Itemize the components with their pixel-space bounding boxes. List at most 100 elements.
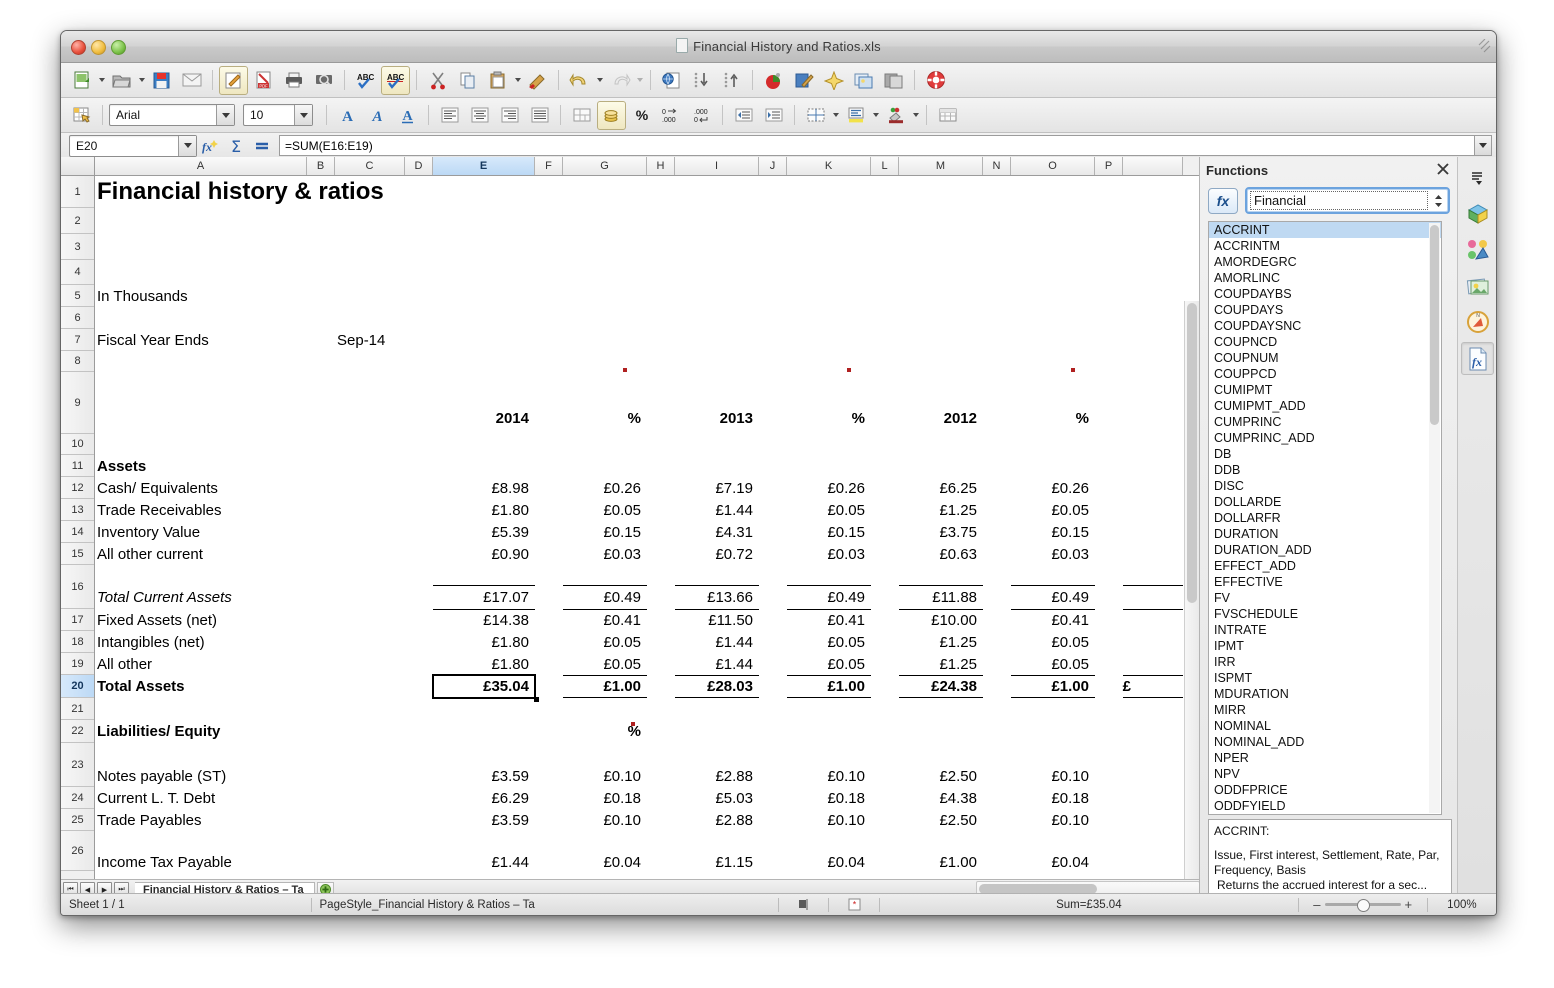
insert-function-button[interactable]: fx [1208,187,1238,214]
row-header-19[interactable]: 19 [61,653,94,675]
column-header-j[interactable]: J [759,157,787,175]
cell-O20-value[interactable]: £1.00 [1011,675,1095,698]
cell-M13-value[interactable]: £1.25 [899,499,983,521]
name-box[interactable]: E20 [69,134,197,157]
properties-button[interactable] [1462,198,1493,229]
row-header-11[interactable]: 11 [61,455,94,477]
row-header-2[interactable]: 2 [61,208,94,234]
cell-O19-value[interactable]: £0.05 [1011,653,1095,675]
cell-K25-value[interactable]: £0.10 [787,809,871,831]
borders-button[interactable] [801,101,830,130]
cell-I15-value[interactable]: £0.72 [675,543,759,565]
function-list-item[interactable]: NPER [1209,750,1441,766]
cell-M20-value[interactable]: £24.38 [899,675,983,698]
cell-a11-assets-header[interactable]: Assets [97,455,309,477]
cell-a5-in-thousands[interactable]: In Thousands [97,285,309,307]
cell-I14-value[interactable]: £4.31 [675,521,759,543]
cell-E24-value[interactable]: £6.29 [433,787,535,809]
cell-E18-value[interactable]: £1.80 [433,631,535,653]
row-header-22[interactable]: 22 [61,720,94,743]
row-header-23[interactable]: 23 [61,743,94,787]
name-box-dropdown-icon[interactable] [178,135,196,156]
font-name-dropdown-icon[interactable] [216,105,234,125]
cell-E17-value[interactable]: £14.38 [433,609,535,631]
zoom-in-button[interactable]: + [1405,897,1413,912]
cell-E16-value[interactable]: £17.07 [433,585,535,609]
print-preview-button[interactable] [309,66,338,95]
align-center-button[interactable] [465,101,494,130]
column-header-d[interactable]: D [405,157,433,175]
row-header-10[interactable]: 10 [61,434,94,455]
function-list-item[interactable]: COUPPCD [1209,366,1441,382]
cell-a18-label[interactable]: Intangibles (net) [97,631,329,653]
function-list-item[interactable]: ODDFYIELD [1209,798,1441,814]
cell-E12-value[interactable]: £8.98 [433,477,535,499]
cell-header-2014-0[interactable]: 2014 [433,402,535,434]
function-list-item[interactable]: MDURATION [1209,686,1441,702]
function-list-item[interactable]: COUPNUM [1209,350,1441,366]
redo-button[interactable] [605,66,634,95]
column-header-h[interactable]: H [647,157,675,175]
function-list-item[interactable]: DISC [1209,478,1441,494]
cell-I13-value[interactable]: £1.44 [675,499,759,521]
row-header-14[interactable]: 14 [61,521,94,543]
cell-G20-value[interactable]: £1.00 [563,675,647,698]
cell-O16-value[interactable]: £0.49 [1011,585,1095,609]
row-header-18[interactable]: 18 [61,631,94,653]
cell-O23-value[interactable]: £0.10 [1011,765,1095,787]
column-header-p[interactable]: P [1095,157,1123,175]
function-list-item[interactable]: NOMINAL [1209,718,1441,734]
column-header-l[interactable]: L [871,157,899,175]
row-header-1[interactable]: 1 [61,176,94,208]
decrease-indent-button[interactable] [729,101,758,130]
cell-a15-label[interactable]: All other current [97,543,329,565]
cell-a26-label[interactable]: Income Tax Payable [97,853,329,871]
underline-button[interactable]: A [393,101,422,130]
copy-button[interactable] [453,66,482,95]
function-list-item[interactable]: EFFECTIVE [1209,574,1441,590]
background-color-dropdown[interactable] [871,102,880,129]
cell-O14-value[interactable]: £0.15 [1011,521,1095,543]
cell-header-percent-1[interactable]: % [563,402,647,434]
cell-K13-value[interactable]: £0.05 [787,499,871,521]
cell-O13-value[interactable]: £0.05 [1011,499,1095,521]
column-header-g[interactable]: G [563,157,647,175]
function-list-item[interactable]: IRR [1209,654,1441,670]
cell-E20-value[interactable]: £35.04 [433,675,535,698]
cell-q20-partial-value[interactable]: £ [1123,675,1137,698]
function-list-item[interactable]: AMORLINC [1209,270,1441,286]
column-header-f[interactable]: F [535,157,563,175]
function-list-item[interactable]: ODDFPRICE [1209,782,1441,798]
function-list-item[interactable]: NOMINAL_ADD [1209,734,1441,750]
column-header-k[interactable]: K [787,157,871,175]
increase-indent-button[interactable] [759,101,788,130]
open-document-dropdown[interactable] [137,67,146,94]
column-header-b[interactable]: B [307,157,335,175]
row-header-12[interactable]: 12 [61,477,94,499]
cell-O24-value[interactable]: £0.18 [1011,787,1095,809]
font-size-combo[interactable]: 10 [243,104,313,126]
spelling-button[interactable]: ABC [351,66,380,95]
row-header-16[interactable]: 16 [61,565,94,609]
formula-button[interactable] [249,135,275,157]
cell-K19-value[interactable]: £0.05 [787,653,871,675]
function-list-item[interactable]: CUMPRINC [1209,414,1441,430]
sum-button[interactable]: Σ [223,135,249,157]
row-header-13[interactable]: 13 [61,499,94,521]
cell-G19-value[interactable]: £0.05 [563,653,647,675]
add-decimal-button[interactable]: 0.000 [657,101,686,130]
cell-header-2012-4[interactable]: 2012 [899,402,983,434]
row-header-26[interactable]: 26 [61,831,94,871]
function-list-item[interactable]: INTRATE [1209,622,1441,638]
cell-I25-value[interactable]: £2.88 [675,809,759,831]
cell-O12-value[interactable]: £0.26 [1011,477,1095,499]
function-wizard-button[interactable]: fx [197,135,223,157]
insert-chart-button[interactable] [759,66,788,95]
stepper-icon[interactable] [1432,191,1444,210]
undo-dropdown[interactable] [595,67,604,94]
paste-button[interactable] [483,66,512,95]
column-header-e[interactable]: E [433,157,535,175]
zoom-slider[interactable]: – + [1299,894,1427,915]
cell-K14-value[interactable]: £0.15 [787,521,871,543]
cell-a7-fiscal-year-ends[interactable]: Fiscal Year Ends [97,329,309,351]
